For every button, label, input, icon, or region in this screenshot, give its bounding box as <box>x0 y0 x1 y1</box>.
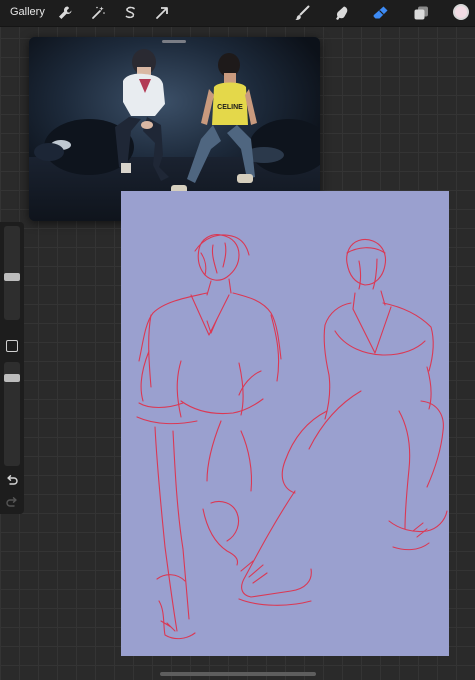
eraser-icon[interactable] <box>372 4 390 22</box>
smudge-icon[interactable] <box>333 4 351 22</box>
wrench-icon[interactable] <box>56 4 74 22</box>
eyedropper-modify-button[interactable] <box>6 340 18 352</box>
drawing-canvas[interactable] <box>121 191 449 656</box>
undo-icon[interactable] <box>5 474 19 488</box>
sketch-layer <box>136 234 448 640</box>
gallery-button[interactable]: Gallery <box>10 6 45 18</box>
left-sidebar <box>0 222 24 514</box>
top-toolbar: Gallery <box>0 0 475 27</box>
brush-icon[interactable] <box>293 4 311 22</box>
layers-icon[interactable] <box>412 4 430 22</box>
color-picker-swatch[interactable] <box>453 4 469 20</box>
redo-icon[interactable] <box>5 496 19 510</box>
opacity-thumb[interactable] <box>4 374 20 382</box>
home-indicator <box>160 672 316 676</box>
opacity-slider[interactable] <box>4 362 20 466</box>
reference-drag-handle[interactable] <box>162 40 186 43</box>
magic-wand-icon[interactable] <box>89 4 107 22</box>
transform-arrow-icon[interactable] <box>153 4 171 22</box>
selection-icon[interactable] <box>121 4 139 22</box>
shirt-logo-text: CELINE <box>217 104 243 111</box>
brush-size-slider[interactable] <box>4 226 20 320</box>
brush-size-thumb[interactable] <box>4 273 20 281</box>
procreate-app: Gallery CELINE <box>0 0 475 680</box>
